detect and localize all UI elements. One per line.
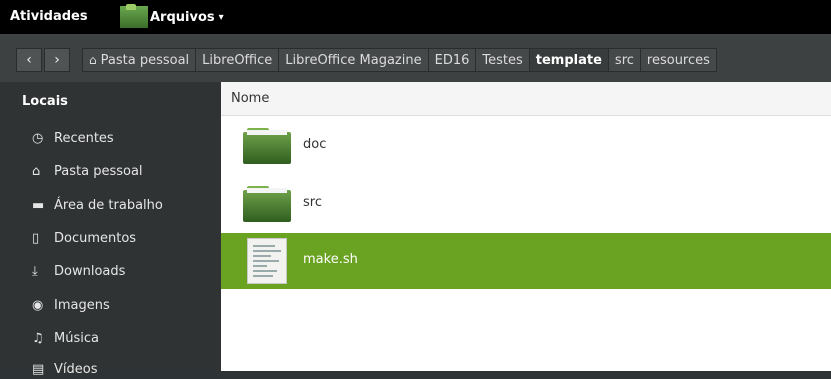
breadcrumb-label: Pasta pessoal [100,52,190,68]
sidebar-item-recentes[interactable]: ◷ Recentes [32,128,114,148]
desktop-folder-icon: ▬ [32,197,45,213]
script-file-icon [247,238,287,284]
sidebar-heading: Locais [22,94,68,109]
sidebar-item-documents[interactable]: ▯ Documentos [32,228,136,248]
sidebar-item-music[interactable]: ♫ Música [32,328,99,348]
column-header-label: Nome [231,91,270,106]
file-name: doc [303,137,327,152]
breadcrumb-item[interactable]: resources [640,48,717,72]
sidebar: Locais ◷ Recentes ⌂ Pasta pessoal ▬ Área… [0,82,221,377]
clock-icon: ◷ [32,130,44,146]
sidebar-item-label: Pasta pessoal [54,163,143,179]
breadcrumb-item[interactable]: LibreOffice [196,48,280,72]
app-name: Arquivos [150,9,215,25]
breadcrumb-item-current[interactable]: template [529,48,609,72]
document-icon: ▯ [32,230,40,246]
sidebar-item-label: Imagens [54,297,110,313]
caret-down-icon: ▾ [218,11,224,23]
download-icon: ⤓ [32,263,38,279]
sidebar-item-label: Área de trabalho [54,197,163,213]
sidebar-item-desktop[interactable]: ▬ Área de trabalho [32,195,163,215]
forward-button[interactable]: › [44,48,70,72]
file-row-make-sh[interactable]: make.sh [221,233,831,289]
file-list: Nome doc src make.sh [221,82,831,371]
folder-icon [243,186,291,222]
file-name: make.sh [303,252,358,267]
breadcrumb-item[interactable]: Testes [476,48,530,72]
sidebar-item-home[interactable]: ⌂ Pasta pessoal [32,161,143,181]
toolbar: ‹ › ⌂ Pasta pessoal LibreOffice LibreOff… [0,34,831,83]
music-icon: ♫ [32,330,44,346]
camera-icon: ◉ [32,297,44,313]
home-icon: ⌂ [32,163,41,179]
sidebar-item-images[interactable]: ◉ Imagens [32,295,110,315]
activities-button[interactable]: Atividades [10,9,88,24]
sidebar-item-label: Música [54,330,99,346]
home-icon: ⌂ [89,53,97,67]
sidebar-item-downloads[interactable]: ⤓ Downloads [32,261,125,281]
breadcrumb: ⌂ Pasta pessoal LibreOffice LibreOffice … [82,48,717,72]
files-app-icon [120,4,148,28]
column-header-name[interactable]: Nome [221,82,831,116]
top-bar: Atividades Arquivos ▾ [0,0,831,34]
back-button[interactable]: ‹ [16,48,42,72]
breadcrumb-item[interactable]: src [608,48,641,72]
file-row-src[interactable]: src [221,176,831,232]
file-row-doc[interactable]: doc [221,118,831,174]
sidebar-item-label: Documentos [54,230,137,246]
sidebar-item-label: Downloads [54,263,126,279]
sidebar-item-videos[interactable]: ▤ Vídeos [32,359,97,379]
breadcrumb-home[interactable]: ⌂ Pasta pessoal [82,48,197,72]
sidebar-item-label: Recentes [54,130,114,146]
folder-icon [243,128,291,164]
file-name: src [303,195,322,210]
sidebar-item-label: Vídeos [54,361,98,377]
breadcrumb-item[interactable]: LibreOffice Magazine [279,48,429,72]
app-menu[interactable]: Arquivos ▾ [120,4,224,30]
breadcrumb-item[interactable]: ED16 [428,48,477,72]
video-icon: ▤ [32,361,45,377]
